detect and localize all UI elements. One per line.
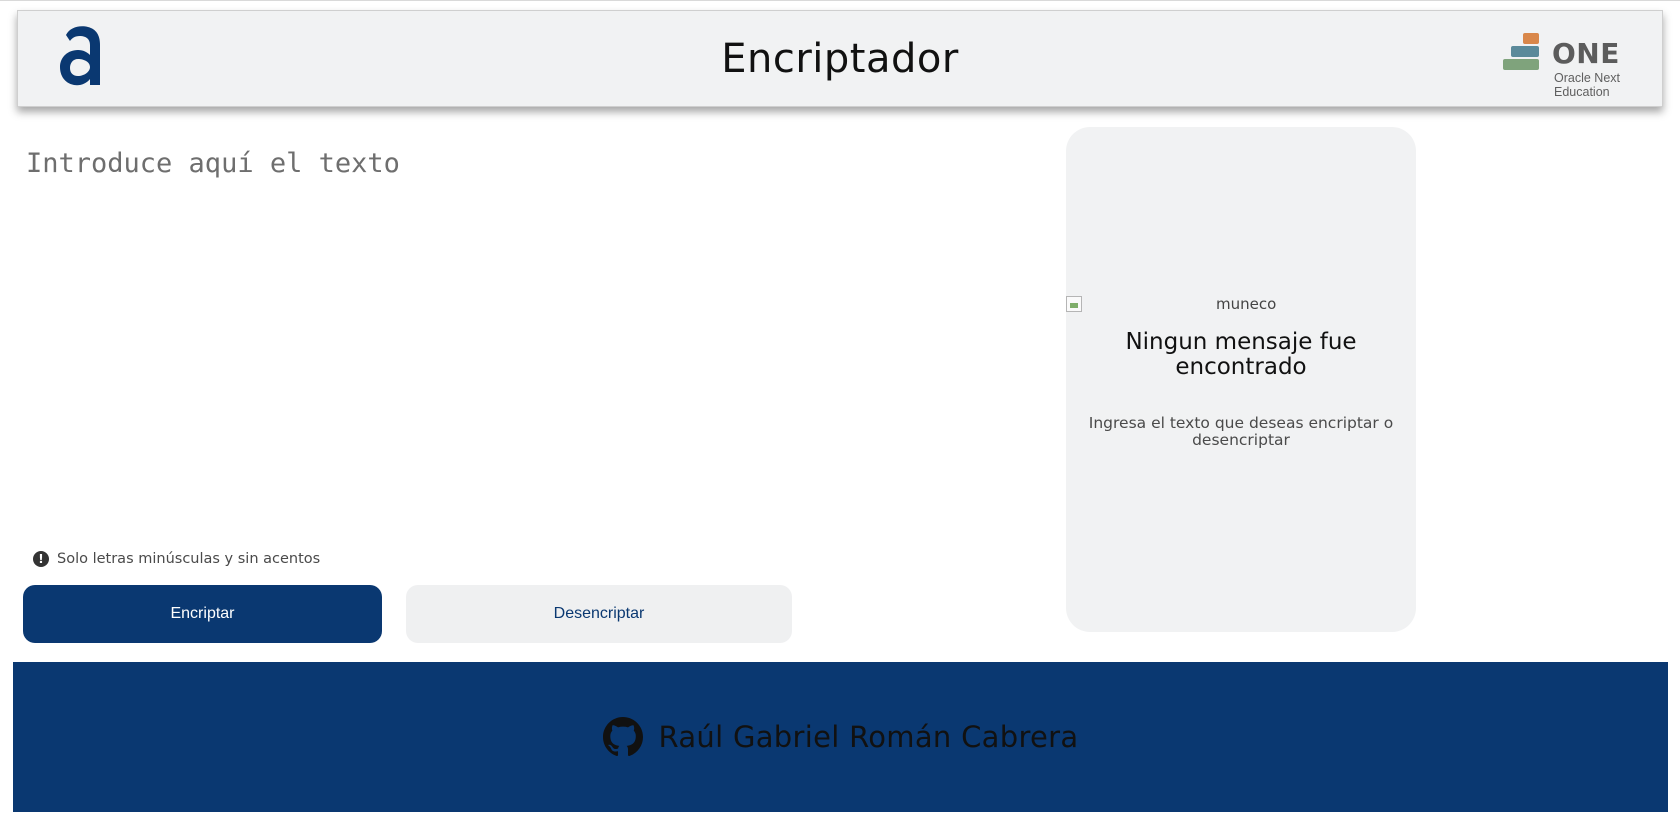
app-header: Encriptador ONE Oracle Next Education (17, 10, 1663, 107)
input-hint-text: Solo letras minúsculas y sin acentos (57, 551, 321, 567)
one-subtitle-line2: Education (1554, 85, 1610, 99)
decrypt-button[interactable]: Desencriptar (406, 585, 792, 643)
result-panel: muneco Ningun mensaje fue encontrado Ing… (1066, 127, 1416, 632)
page-title: Encriptador (721, 36, 959, 82)
one-subtitle: Oracle Next Education (1554, 71, 1644, 99)
page-footer: Raúl Gabriel Román Cabrera (13, 662, 1668, 812)
exclamation-circle-icon: ! (33, 551, 49, 567)
top-border (0, 0, 1680, 10)
muneco-image: muneco (1066, 295, 1416, 313)
result-title: Ningun mensaje fue encontrado (1125, 329, 1357, 380)
github-icon[interactable] (602, 717, 643, 757)
broken-image-icon (1066, 296, 1082, 312)
result-message: Ingresa el texto que deseas encriptar o … (1088, 414, 1394, 449)
image-alt-text: muneco (1216, 295, 1277, 313)
oracle-one-logo: ONE Oracle Next Education (1503, 25, 1644, 99)
one-wordmark: ONE (1552, 37, 1620, 70)
text-input[interactable] (18, 140, 1028, 530)
encrypt-button[interactable]: Encriptar (23, 585, 382, 643)
input-hint: ! Solo letras minúsculas y sin acentos (33, 549, 320, 569)
author-name[interactable]: Raúl Gabriel Román Cabrera (659, 720, 1079, 754)
one-subtitle-line1: Oracle Next (1554, 71, 1620, 85)
oracle-one-logo-icon (1503, 33, 1539, 70)
